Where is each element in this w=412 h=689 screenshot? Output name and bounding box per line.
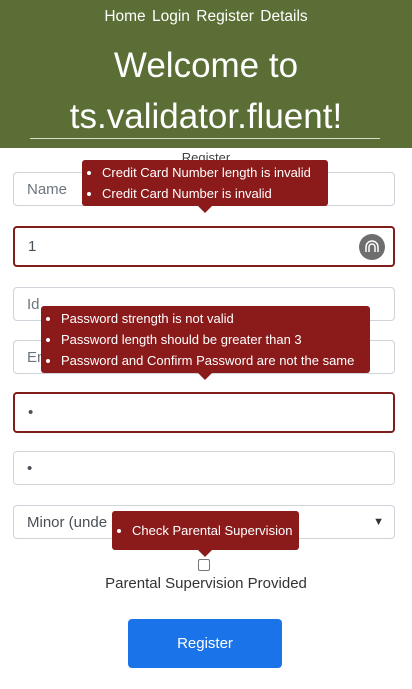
tooltip-arrow [198, 206, 212, 213]
error-item: Credit Card Number is invalid [102, 183, 322, 204]
error-item: Password and Confirm Password are not th… [61, 350, 364, 371]
password-manager-icon[interactable] [359, 233, 385, 260]
nav-login-link[interactable]: Login [152, 8, 190, 25]
header-banner: Home Login Register Details Welcome to t… [0, 0, 412, 148]
error-item: Password strength is not valid [61, 308, 364, 329]
title-divider [30, 138, 380, 139]
parental-supervision-label: Parental Supervision Provided [105, 575, 307, 592]
title-line-1: Welcome to [113, 46, 299, 85]
credit-card-error-tooltip: Credit Card Number length is invalid Cre… [82, 160, 328, 213]
error-item: Password length should be greater than 3 [61, 329, 364, 350]
nav-register-link[interactable]: Register [196, 8, 254, 25]
title-line-2: ts.validator.fluent! [69, 97, 343, 136]
password-error-tooltip: Password strength is not valid Password … [41, 306, 370, 380]
credit-card-value: 1 [28, 238, 37, 255]
error-item: Check Parental Supervision [132, 520, 292, 541]
age-select-value: Minor (unde [27, 513, 108, 531]
tooltip-arrow [198, 373, 212, 380]
tooltip-arrow [198, 550, 212, 557]
confirm-password-value: • [27, 459, 33, 477]
password-value: • [28, 404, 34, 421]
name-placeholder: Name [27, 180, 68, 198]
confirm-password-input[interactable]: • [13, 451, 395, 485]
page-title: Welcome to ts.validator.fluent! [0, 40, 412, 142]
nav-bar: Home Login Register Details [0, 8, 412, 26]
credit-card-input[interactable]: 1 [13, 226, 395, 267]
nav-details-link[interactable]: Details [260, 8, 307, 25]
nav-home-link[interactable]: Home [104, 8, 145, 25]
parental-error-tooltip: Check Parental Supervision [112, 511, 299, 557]
id-placeholder: Id [27, 295, 40, 313]
chevron-down-icon: ▼ [373, 516, 384, 528]
register-button[interactable]: Register [128, 619, 282, 668]
error-item: Credit Card Number length is invalid [102, 162, 322, 183]
password-input[interactable]: • [13, 392, 395, 433]
parental-supervision-checkbox[interactable] [198, 559, 210, 571]
